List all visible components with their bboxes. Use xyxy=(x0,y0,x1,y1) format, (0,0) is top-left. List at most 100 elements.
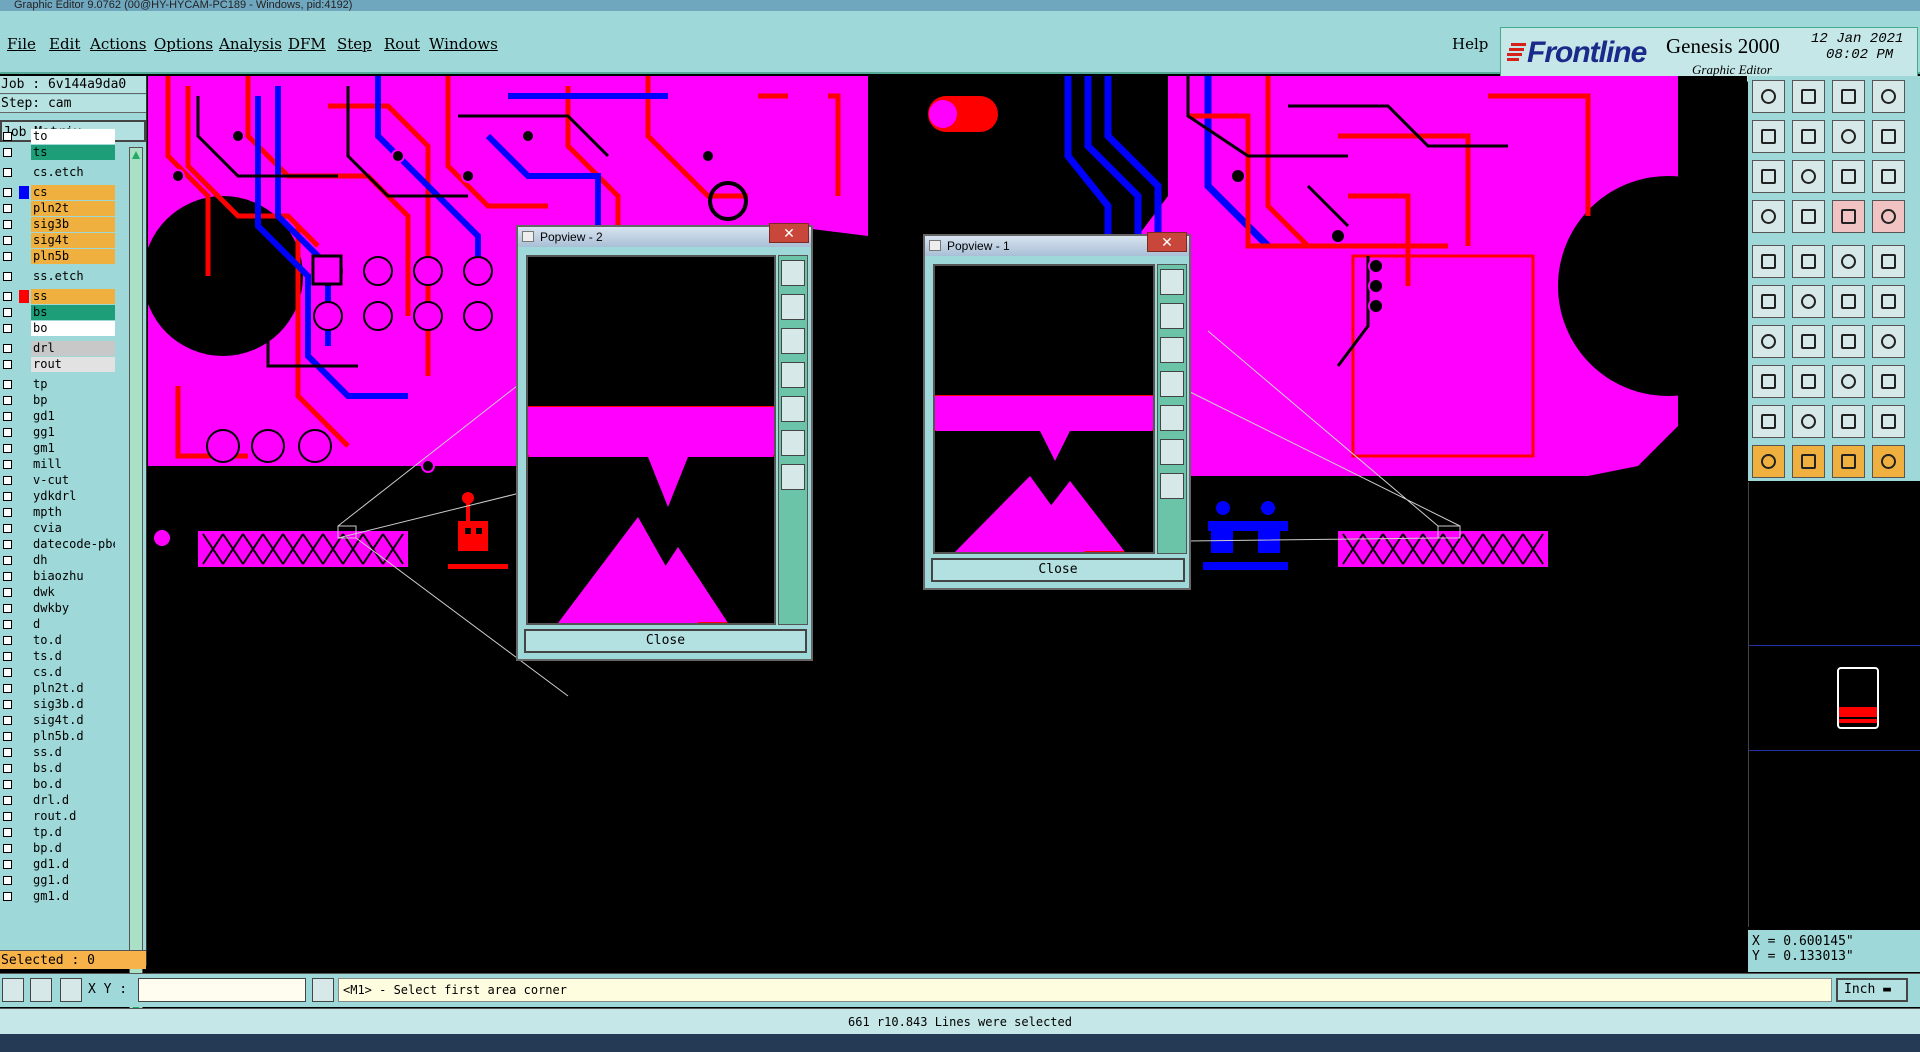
layer-row-cs-d[interactable]: cs.d xyxy=(0,665,118,680)
measure-mode-icon[interactable] xyxy=(30,978,52,1002)
layer-row-v-cut[interactable]: v-cut xyxy=(0,473,118,488)
zoom-in-icon[interactable] xyxy=(1752,160,1785,193)
menu-options[interactable]: Options xyxy=(154,35,213,53)
help-icon[interactable] xyxy=(1872,160,1905,193)
layer-name[interactable]: ss xyxy=(31,289,115,304)
popview-2-titlebar[interactable]: Popview - 2 xyxy=(518,227,811,247)
layer-name[interactable]: cs.d xyxy=(31,665,115,680)
layer-checkbox[interactable] xyxy=(3,292,12,301)
layer-checkbox[interactable] xyxy=(3,148,12,157)
layer-name[interactable]: sig3b xyxy=(31,217,115,232)
layer-row-tp[interactable]: tp xyxy=(0,377,118,392)
layer-checkbox[interactable] xyxy=(3,540,12,549)
layer-name[interactable]: bp.d xyxy=(31,841,115,856)
pointer-lasso-icon[interactable] xyxy=(1832,445,1865,478)
layer-link2-icon[interactable] xyxy=(1872,200,1905,233)
pan-left-icon[interactable] xyxy=(1752,120,1785,153)
angle-icon[interactable] xyxy=(1752,325,1785,358)
snap-mode-icon[interactable] xyxy=(2,978,24,1002)
layer-checkbox[interactable] xyxy=(3,556,12,565)
scroll-up-icon[interactable] xyxy=(1752,80,1785,113)
home-icon[interactable] xyxy=(1832,80,1865,113)
units-select[interactable]: Inch ▬ xyxy=(1836,978,1908,1002)
zoom-in-icon[interactable] xyxy=(781,430,805,456)
layer-checkbox[interactable] xyxy=(3,396,12,405)
layer-row-drl[interactable]: drl xyxy=(0,341,118,356)
layer-checkbox[interactable] xyxy=(3,620,12,629)
layer-row-gg1-d[interactable]: gg1.d xyxy=(0,873,118,888)
layer-row-drl-d[interactable]: drl.d xyxy=(0,793,118,808)
layer-checkbox[interactable] xyxy=(3,428,12,437)
layer-checkbox[interactable] xyxy=(3,604,12,613)
layer-row-bs[interactable]: bs xyxy=(0,305,118,320)
menu-analysis[interactable]: Analysis xyxy=(219,35,282,53)
layer-checkbox[interactable] xyxy=(3,324,12,333)
pan-right-icon[interactable] xyxy=(781,396,805,422)
layer-name[interactable]: gg1.d xyxy=(31,873,115,888)
layer-checkbox[interactable] xyxy=(3,652,12,661)
close-icon[interactable]: ✕ xyxy=(1147,232,1187,252)
layer-checkbox[interactable] xyxy=(3,748,12,757)
triangle3-icon[interactable] xyxy=(1832,405,1865,438)
layer-row-pln2t[interactable]: pln2t xyxy=(0,201,118,216)
triangle-icon[interactable] xyxy=(1752,405,1785,438)
layer-checkbox[interactable] xyxy=(3,524,12,533)
scroll-up-arrow-icon[interactable] xyxy=(131,149,141,159)
layer-row-pln5b[interactable]: pln5b xyxy=(0,249,118,264)
layer-checkbox[interactable] xyxy=(3,572,12,581)
layer-row-cs-etch[interactable]: cs.etch xyxy=(0,165,118,180)
layer-name[interactable]: pln5b.d xyxy=(31,729,115,744)
layer-row-to-d[interactable]: to.d xyxy=(0,633,118,648)
layer-row-gd1[interactable]: gd1 xyxy=(0,409,118,424)
layer-name[interactable]: bs xyxy=(31,305,115,320)
scroll-down-icon[interactable] xyxy=(1792,80,1825,113)
layer-checkbox[interactable] xyxy=(3,684,12,693)
layer-name[interactable]: mill xyxy=(31,457,115,472)
layer-row-sig4t-d[interactable]: sig4t.d xyxy=(0,713,118,728)
layer-name[interactable]: gg1 xyxy=(31,425,115,440)
pan-split-icon[interactable] xyxy=(1832,120,1865,153)
menu-actions[interactable]: Actions xyxy=(90,35,146,53)
layer-row-sig4t[interactable]: sig4t xyxy=(0,233,118,248)
layer-name[interactable]: bp xyxy=(31,393,115,408)
layer-name[interactable]: cvia xyxy=(31,521,115,536)
layer-name[interactable]: cs.etch xyxy=(31,165,115,180)
layer-checkbox[interactable] xyxy=(3,668,12,677)
cross-icon[interactable] xyxy=(1792,285,1825,318)
layer-row-bo-d[interactable]: bo.d xyxy=(0,777,118,792)
layer-row-ss-d[interactable]: ss.d xyxy=(0,745,118,760)
layer-name[interactable]: ydkdrl xyxy=(31,489,115,504)
pan-left-icon[interactable] xyxy=(781,362,805,388)
layer-row-dwkby[interactable]: dwkby xyxy=(0,601,118,616)
layer-name[interactable]: dwkby xyxy=(31,601,115,616)
layer-checkbox[interactable] xyxy=(3,220,12,229)
layer-row-sig3b[interactable]: sig3b xyxy=(0,217,118,232)
popview-2-close-button[interactable]: Close xyxy=(524,629,807,653)
layer-checkbox[interactable] xyxy=(3,764,12,773)
layer-checkbox[interactable] xyxy=(3,796,12,805)
layer-name[interactable]: bo xyxy=(31,321,115,336)
layer-name[interactable]: gd1 xyxy=(31,409,115,424)
grid-icon[interactable] xyxy=(1792,200,1825,233)
pan-right-icon[interactable] xyxy=(1160,405,1184,431)
layer-row-d[interactable]: d xyxy=(0,617,118,632)
layer-checkbox[interactable] xyxy=(3,460,12,469)
select-pad-icon[interactable] xyxy=(1752,365,1785,398)
zoom-in-icon[interactable] xyxy=(1160,439,1184,465)
pad-icon[interactable] xyxy=(1752,245,1785,278)
layer-checkbox[interactable] xyxy=(3,360,12,369)
layer-name[interactable]: gd1.d xyxy=(31,857,115,872)
layer-checkbox[interactable] xyxy=(3,860,12,869)
layer-checkbox[interactable] xyxy=(3,204,12,213)
layer-name[interactable]: pln5b xyxy=(31,249,115,264)
layer-checkbox[interactable] xyxy=(3,780,12,789)
layer-name[interactable]: to.d xyxy=(31,633,115,648)
layer-row-gm1[interactable]: gm1 xyxy=(0,441,118,456)
layer-row-gd1-d[interactable]: gd1.d xyxy=(0,857,118,872)
popview-1-view[interactable] xyxy=(933,264,1155,554)
layer-name[interactable]: drl.d xyxy=(31,793,115,808)
layer-name[interactable]: drl xyxy=(31,341,115,356)
layer-name[interactable]: to xyxy=(31,129,115,144)
layer-checkbox[interactable] xyxy=(3,308,12,317)
layer-row-pln5b-d[interactable]: pln5b.d xyxy=(0,729,118,744)
